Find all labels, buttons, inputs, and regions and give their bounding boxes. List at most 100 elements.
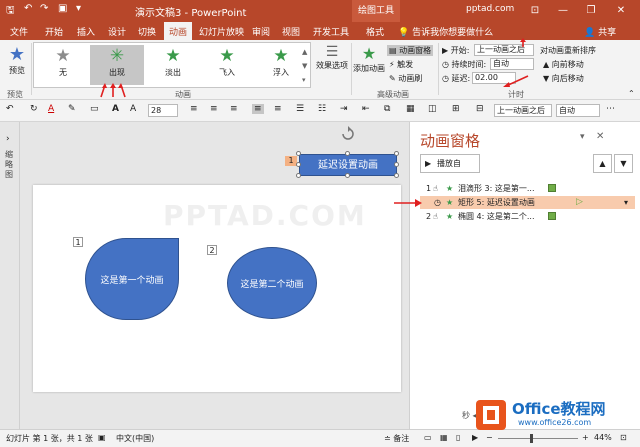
zoom-slider[interactable] [498, 438, 578, 439]
outdent-icon[interactable]: ⇤ [362, 104, 370, 114]
normal-view-icon[interactable]: ▭ [424, 433, 432, 442]
move-later-button[interactable]: ▼ 向后移动 [543, 73, 584, 84]
animation-row-selected[interactable]: ◷ ★ 矩形 5: 延迟设置动画 ▷ ▾ [420, 196, 635, 209]
arrange-icon[interactable]: ⧉ [384, 104, 390, 114]
font-color-icon[interactable]: A [48, 104, 54, 114]
more-icon[interactable]: ⋯ [606, 104, 615, 114]
tab-developer[interactable]: 开发工具 [313, 25, 349, 38]
resize-handle[interactable] [345, 151, 350, 156]
tell-me-search[interactable]: 💡 告诉我你想要做什么 [398, 25, 493, 38]
undo-icon[interactable]: ↶ [6, 104, 14, 114]
fit-slide-icon[interactable]: ⊡ [620, 433, 627, 442]
align-left2-icon[interactable]: ≡ [210, 104, 218, 114]
resize-handle[interactable] [345, 173, 350, 178]
zoom-thumb[interactable] [530, 434, 533, 443]
tab-animations[interactable]: 动画 [164, 22, 193, 40]
tab-transitions[interactable]: 切换 [138, 25, 156, 38]
shape-icon[interactable]: ▭ [90, 104, 99, 114]
pane-close-icon[interactable]: ✕ [596, 131, 604, 142]
rotate-handle-icon[interactable] [340, 126, 356, 142]
align-left-icon[interactable]: ≡ [190, 104, 198, 114]
indent-icon[interactable]: ⇥ [340, 104, 348, 114]
align-center-icon[interactable]: ≡ [252, 104, 264, 114]
tab-design[interactable]: 设计 [108, 25, 126, 38]
effect-fly-in[interactable]: ★ 飞入 [200, 45, 254, 85]
move-down-button[interactable]: ▼ [614, 154, 633, 173]
animation-painter-button[interactable]: ✎ 动画刷 [389, 73, 422, 84]
add-animation-button[interactable]: ★ 添加动画 [352, 44, 386, 74]
account-name[interactable]: pptad.com [466, 4, 514, 14]
ribbon-display-icon[interactable]: ⊡ [524, 2, 546, 20]
grid-icon[interactable]: ⊟ [476, 104, 484, 114]
pen-icon[interactable]: ✎ [68, 104, 76, 114]
save-icon[interactable]: 🖫 [6, 3, 15, 20]
resize-handle[interactable] [394, 162, 399, 167]
tab-file[interactable]: 文件 [10, 25, 28, 38]
present-icon[interactable]: ▣ [58, 3, 67, 14]
align-right-icon[interactable]: ≡ [274, 104, 282, 114]
tab-review[interactable]: 审阅 [252, 25, 270, 38]
slide-canvas[interactable]: PPTAD.COM 1 这是第一个动画 2 这是第二个动画 [33, 185, 401, 392]
notes-button[interactable]: ≐ 备注 [384, 433, 409, 444]
selected-textbox[interactable]: 延迟设置动画 [296, 151, 399, 178]
effect-options-button[interactable]: ☰ 效果选项 [315, 44, 349, 71]
preview-button[interactable]: ★ 预览 [4, 44, 30, 76]
zoom-in-icon[interactable]: + [582, 433, 589, 442]
animation-pane-button[interactable]: ▤ 动画窗格 [387, 45, 434, 56]
customize-icon[interactable]: ▾ [76, 3, 81, 14]
expand-thumbnails-icon[interactable]: › [6, 134, 10, 144]
row-dropdown-icon[interactable]: ▾ [624, 196, 628, 209]
teardrop-shape[interactable]: 这是第一个动画 [85, 238, 179, 320]
slideshow-view-icon[interactable]: ▶ [472, 433, 478, 442]
reading-view-icon[interactable]: ▯ [456, 433, 460, 442]
effect-appear[interactable]: ✳ 出现 [90, 45, 144, 85]
effect-fade[interactable]: ★ 淡出 [146, 45, 200, 85]
minimize-icon[interactable]: — [552, 2, 574, 20]
tab-home[interactable]: 开始 [45, 25, 63, 38]
zoom-out-icon[interactable]: − [486, 433, 493, 442]
resize-handle[interactable] [296, 162, 301, 167]
undo-icon[interactable]: ↶ [24, 3, 32, 14]
align-justify-icon[interactable]: ≡ [230, 104, 238, 114]
sorter-view-icon[interactable]: ▦ [440, 433, 448, 442]
spellcheck-icon[interactable]: ▣ [98, 433, 106, 442]
redo-icon[interactable]: ↷ [40, 3, 48, 14]
resize-handle[interactable] [296, 151, 301, 156]
tab-slideshow[interactable]: 幻灯片放映 [199, 25, 244, 38]
redo-icon[interactable]: ↻ [30, 104, 38, 114]
zoom-level[interactable]: 44% [594, 433, 612, 442]
move-earlier-button[interactable]: ▲ 向前移动 [543, 59, 584, 70]
tab-format[interactable]: 格式 [366, 25, 384, 38]
gallery-scroll[interactable]: ▲ ▼ ▾ [302, 45, 310, 87]
shrink-font-icon[interactable]: A [130, 104, 136, 114]
tab-view[interactable]: 视图 [282, 25, 300, 38]
resize-handle[interactable] [394, 151, 399, 156]
ellipse-shape[interactable]: 这是第二个动画 [227, 247, 317, 319]
duration-field[interactable]: 自动 [490, 58, 534, 70]
close-icon[interactable]: ✕ [610, 2, 632, 20]
animation-row[interactable]: 1 ☝ ★ 泪滴形 3: 这是第一... [420, 182, 635, 195]
tab-insert[interactable]: 插入 [77, 25, 95, 38]
resize-handle[interactable] [296, 173, 301, 178]
font-size-box[interactable]: 28 [148, 104, 178, 117]
resize-handle[interactable] [394, 173, 399, 178]
language-indicator[interactable]: 中文(中国) [116, 433, 154, 444]
animation-row[interactable]: 2 ☝ ★ 椭圆 4: 这是第二个... [420, 210, 635, 223]
effect-float-in[interactable]: ★ 浮入 [254, 45, 308, 85]
trigger-button[interactable]: ⚡ 触发 [389, 59, 413, 70]
list-icon[interactable]: ☰ [296, 104, 304, 114]
table-icon[interactable]: ▦ [406, 104, 415, 114]
restore-icon[interactable]: ❐ [580, 2, 602, 20]
format-duration-box[interactable]: 自动 [556, 104, 600, 117]
grow-font-icon[interactable]: A [112, 104, 119, 114]
format-start-dropdown[interactable]: 上一动画之后 [494, 104, 552, 117]
pane-options-icon[interactable]: ▾ [580, 132, 585, 142]
numbered-list-icon[interactable]: ☷ [318, 104, 326, 114]
chart-icon[interactable]: ◫ [428, 104, 437, 114]
effect-none[interactable]: ★ 无 [36, 45, 90, 85]
share-button[interactable]: 👤 共享 [584, 25, 616, 38]
play-from-button[interactable]: ▶ 播放自 [420, 154, 480, 173]
move-up-button[interactable]: ▲ [593, 154, 612, 173]
image-icon[interactable]: ⊞ [452, 104, 460, 114]
collapse-ribbon-icon[interactable]: ⌃ [628, 89, 635, 98]
